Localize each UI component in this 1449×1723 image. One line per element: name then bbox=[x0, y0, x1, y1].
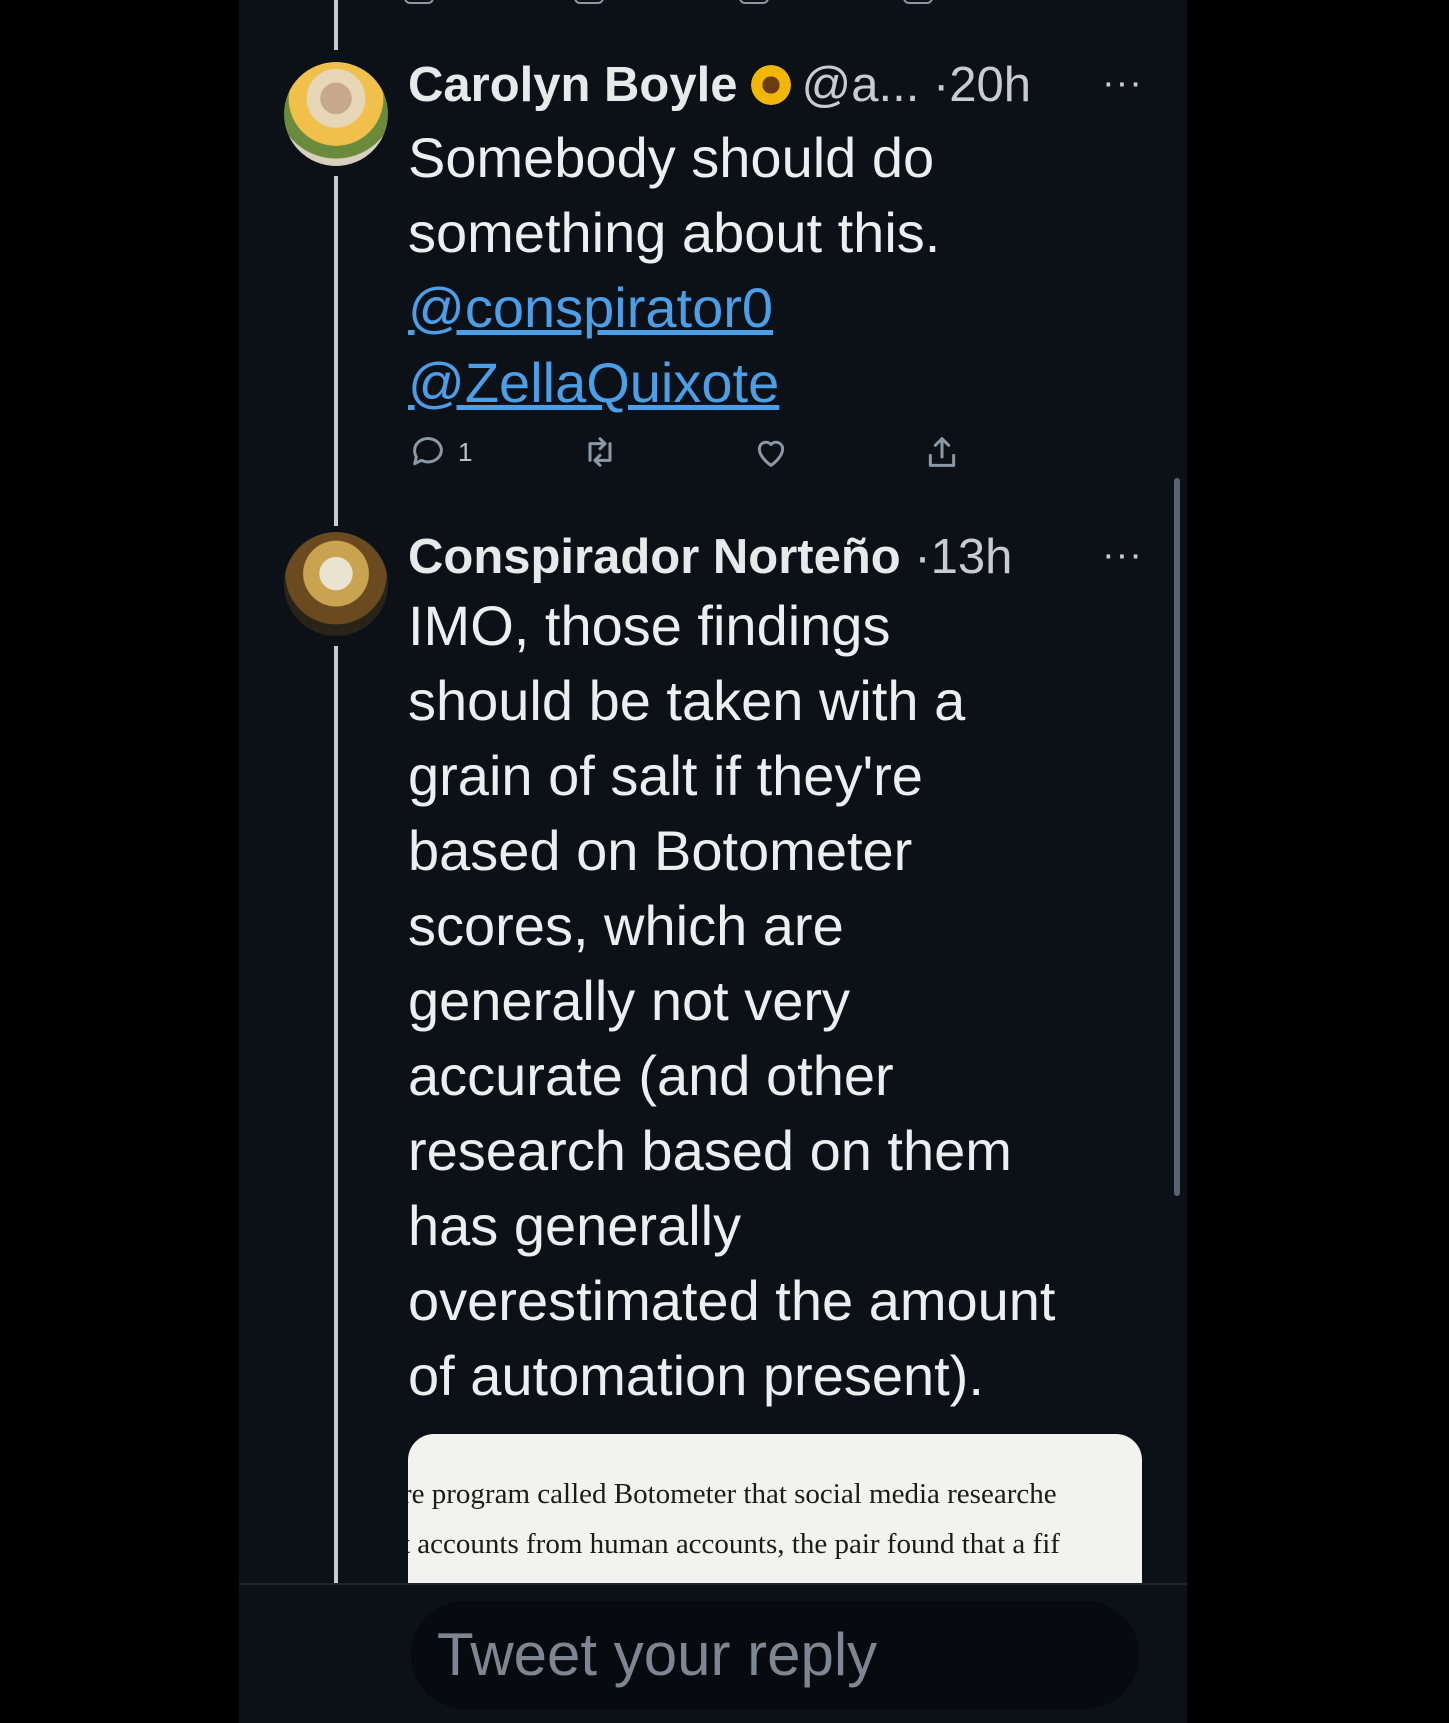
tweet-text: Somebody should do something about this.… bbox=[408, 120, 1148, 420]
reply-button[interactable]: 1 bbox=[408, 430, 472, 474]
author-name[interactable]: Carolyn Boyle bbox=[408, 58, 737, 112]
thread-line bbox=[334, 176, 338, 526]
share-icon bbox=[928, 437, 956, 467]
tweet-header: Conspirador Norteño ·13h bbox=[408, 529, 1012, 585]
heart-icon[interactable] bbox=[739, 0, 769, 4]
sunflower-emoji-icon bbox=[751, 65, 792, 105]
previous-tweet-actions bbox=[239, 0, 1187, 6]
avatar[interactable] bbox=[284, 532, 388, 636]
mention-link[interactable]: @conspirator0 bbox=[408, 270, 1148, 345]
retweet-icon bbox=[588, 437, 612, 467]
retweet-icon[interactable] bbox=[574, 0, 604, 4]
tweet-text-line: Somebody should do bbox=[408, 126, 935, 189]
reply-icon bbox=[413, 437, 443, 466]
image-text-line: t accounts from human accounts, the pair… bbox=[408, 1528, 1060, 1560]
tweet-actions: 1 bbox=[408, 430, 1008, 480]
author-name[interactable]: Conspirador Norteño bbox=[408, 530, 901, 584]
tweet-time[interactable]: ·13h bbox=[914, 530, 1012, 584]
scrollbar[interactable] bbox=[1174, 478, 1180, 1196]
tweet-text: IMO, those findings should be taken with… bbox=[408, 588, 1148, 1413]
thread-line bbox=[334, 646, 338, 1586]
avatar[interactable] bbox=[284, 62, 388, 166]
tweet-text-line: should be taken with a bbox=[408, 669, 966, 732]
tweet-text-line: overestimated the amount bbox=[408, 1269, 1056, 1332]
tweet-text-line: grain of salt if they're bbox=[408, 744, 923, 807]
tweet-text-line: IMO, those findings bbox=[408, 594, 891, 657]
tweet-text-line: research based on them bbox=[408, 1119, 1012, 1182]
tweet-time[interactable]: ·20h bbox=[933, 58, 1031, 112]
reply-input[interactable] bbox=[411, 1601, 1139, 1709]
tweet-text-line: based on Botometer bbox=[408, 819, 913, 882]
reply-icon[interactable] bbox=[404, 0, 434, 4]
more-options-icon[interactable]: ··· bbox=[1102, 62, 1143, 105]
heart-icon bbox=[757, 440, 785, 467]
tweet-text-line: of automation present). bbox=[408, 1344, 984, 1407]
author-handle[interactable]: @a... bbox=[801, 58, 919, 112]
thread-line bbox=[334, 0, 338, 50]
reply-bar bbox=[239, 1585, 1187, 1723]
attached-image[interactable]: re program called Botometer that social … bbox=[408, 1434, 1142, 1594]
image-text-line: re program called Botometer that social … bbox=[408, 1478, 1057, 1510]
tweet-thread-screen: Carolyn Boyle @a... ·20h ··· Somebody sho… bbox=[239, 0, 1187, 1723]
like-button[interactable] bbox=[751, 430, 791, 474]
tweet-text-line: accurate (and other bbox=[408, 1044, 894, 1107]
share-icon[interactable] bbox=[903, 0, 933, 4]
mention-link[interactable]: @ZellaQuixote bbox=[408, 345, 1148, 420]
tweet-text-line: something about this. bbox=[408, 201, 941, 264]
tweet-header: Carolyn Boyle @a... ·20h bbox=[408, 57, 1031, 113]
tweet-text-line: generally not very bbox=[408, 969, 851, 1032]
share-button[interactable] bbox=[922, 430, 962, 474]
retweet-button[interactable] bbox=[580, 430, 620, 474]
tweet-text-line: has generally bbox=[408, 1194, 742, 1257]
more-options-icon[interactable]: ··· bbox=[1102, 534, 1143, 577]
reply-count: 1 bbox=[458, 436, 473, 467]
tweet-text-line: scores, which are bbox=[408, 894, 844, 957]
